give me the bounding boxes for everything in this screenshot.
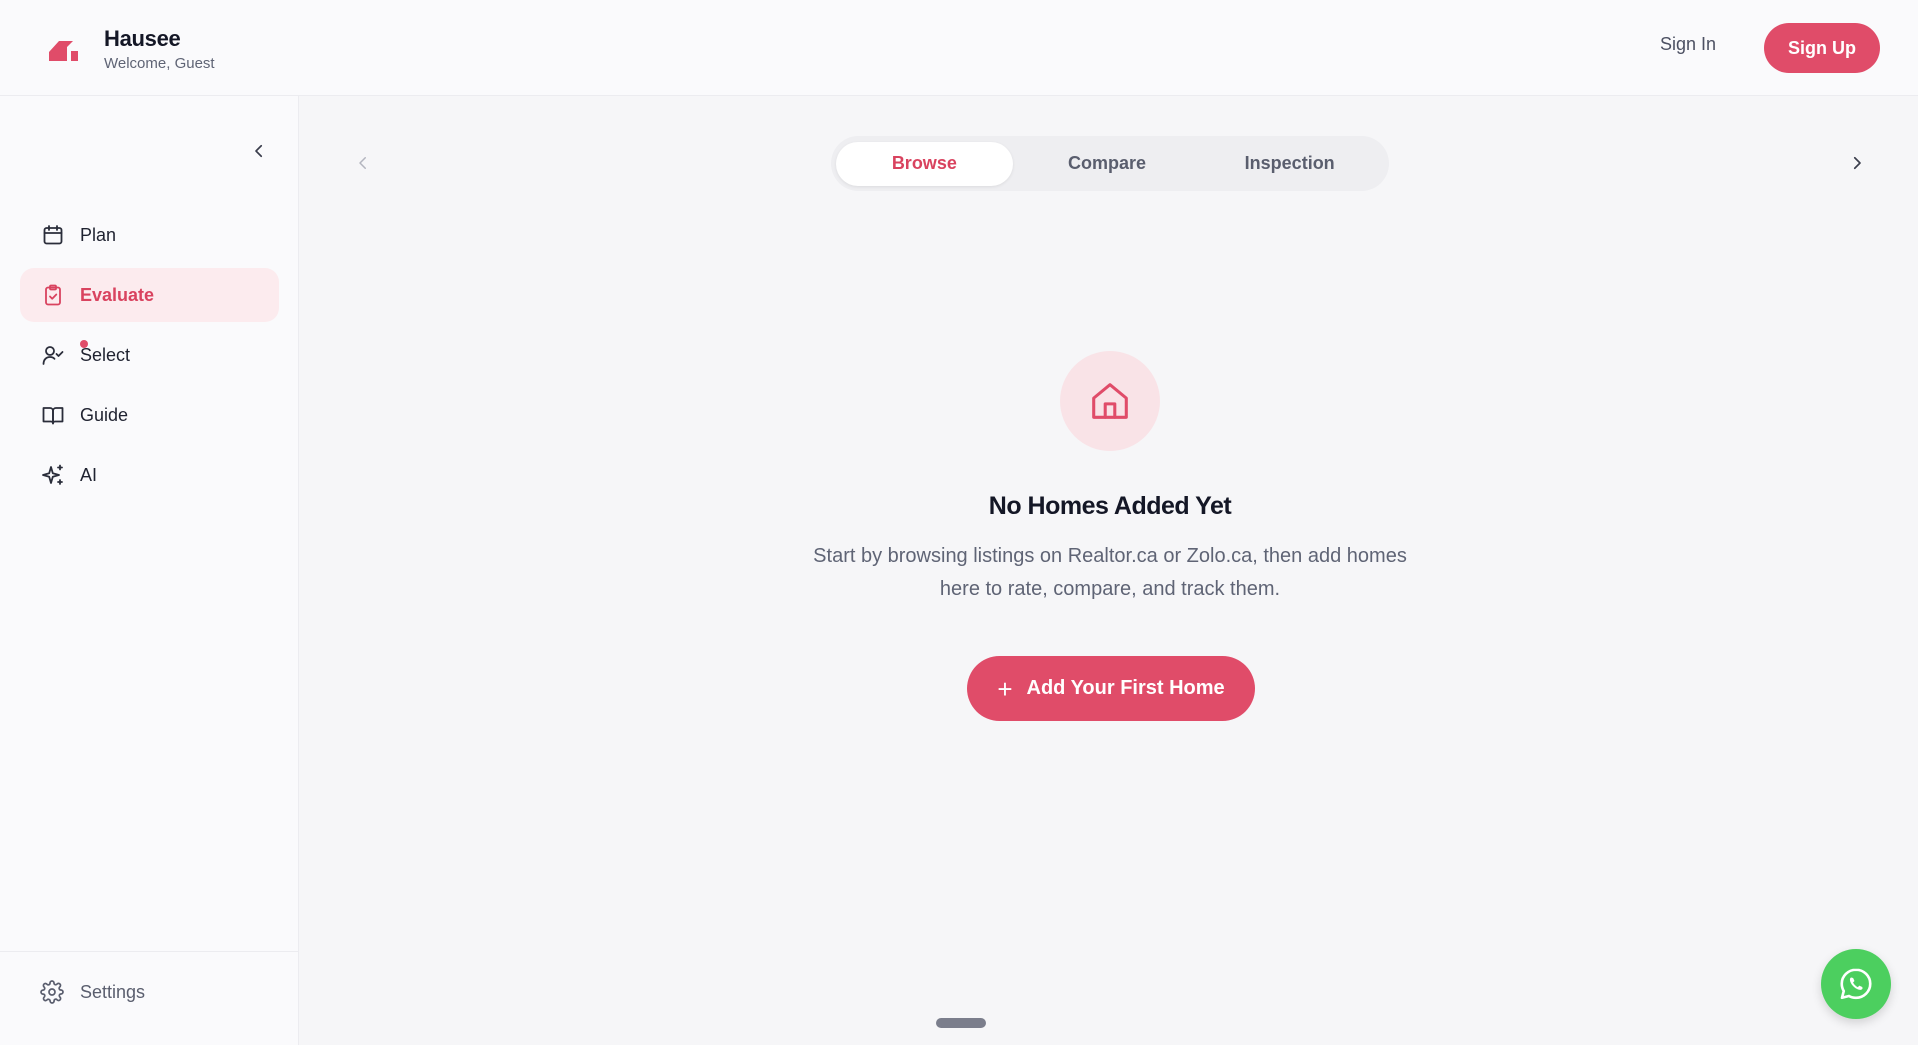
- next-arrow[interactable]: [1844, 148, 1870, 178]
- whatsapp-icon: [1840, 968, 1872, 1000]
- sidebar-footer: Settings: [0, 951, 299, 1045]
- logo-icon: [49, 41, 78, 61]
- home-icon: [1092, 383, 1128, 419]
- tab-browse[interactable]: Browse: [836, 141, 1013, 186]
- notification-dot: [80, 340, 88, 348]
- settings-label: Settings: [80, 981, 146, 1002]
- sidebar: Plan Evaluate Select Guide AI Settings: [0, 96, 299, 1045]
- user-check-icon: [40, 342, 66, 368]
- sidebar-nav: Plan Evaluate Select Guide AI: [20, 208, 279, 508]
- calendar-icon: [40, 222, 66, 248]
- tab-bar: Browse Compare Inspection: [831, 136, 1389, 191]
- brand[interactable]: Hausee Welcome, Guest: [46, 26, 215, 74]
- previous-arrow[interactable]: [350, 148, 376, 178]
- book-open-icon: [40, 402, 66, 428]
- empty-state-title: No Homes Added Yet: [988, 492, 1232, 520]
- top-header: Hausee Welcome, Guest Sign In Sign Up: [0, 0, 1918, 96]
- sidebar-item-label: Select: [80, 344, 131, 365]
- chevron-left-icon: [359, 157, 366, 169]
- bottom-drag-handle[interactable]: [936, 1018, 986, 1028]
- sign-up-button[interactable]: Sign Up: [1764, 23, 1880, 73]
- tab-compare[interactable]: Compare: [1019, 142, 1196, 186]
- plus-icon: +: [997, 673, 1013, 704]
- chevron-right-icon: [1853, 156, 1861, 170]
- sign-in-button[interactable]: Sign In: [1660, 34, 1716, 55]
- clipboard-check-icon: [40, 282, 66, 308]
- empty-state-icon-circle: [1060, 351, 1160, 451]
- sidebar-item-select[interactable]: Select: [20, 328, 279, 382]
- gear-icon: [40, 980, 64, 1004]
- tab-inspection[interactable]: Inspection: [1201, 142, 1378, 186]
- sidebar-item-label: Evaluate: [80, 284, 155, 305]
- sidebar-item-label: Guide: [80, 404, 129, 425]
- chevron-left-icon: [255, 144, 263, 158]
- settings-button[interactable]: Settings: [40, 980, 145, 1004]
- add-first-home-label: Add Your First Home: [1026, 677, 1225, 699]
- empty-state-description: Start by browsing listings on Realtor.ca…: [813, 545, 1407, 600]
- app-name: Hausee: [104, 26, 181, 51]
- whatsapp-chat-button[interactable]: [1821, 949, 1891, 1019]
- add-first-home-button[interactable]: + Add Your First Home: [967, 656, 1255, 721]
- sidebar-item-evaluate[interactable]: Evaluate: [20, 268, 279, 322]
- sidebar-item-label: Plan: [80, 224, 117, 245]
- collapse-sidebar-button[interactable]: [244, 136, 274, 166]
- welcome-text: Welcome, Guest: [104, 55, 215, 72]
- sidebar-item-guide[interactable]: Guide: [20, 388, 279, 442]
- sidebar-item-label: AI: [80, 464, 98, 485]
- sparkles-icon: [40, 462, 66, 488]
- sidebar-item-ai[interactable]: AI: [20, 448, 279, 502]
- sidebar-item-plan[interactable]: Plan: [20, 208, 279, 262]
